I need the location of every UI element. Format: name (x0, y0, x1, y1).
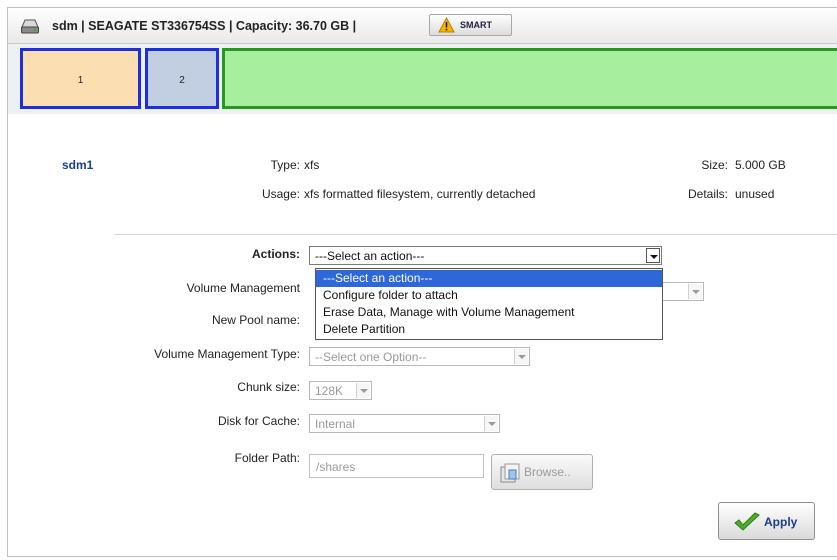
divider (114, 234, 837, 235)
actions-option[interactable]: Erase Data, Manage with Volume Managemen… (316, 304, 662, 321)
folder-path-placeholder: /shares (316, 460, 356, 474)
disk-cache-value: Internal (315, 417, 356, 431)
apply-label: Apply (764, 515, 798, 529)
size-value: 5.000 GB (735, 158, 786, 172)
partition-2-label: 2 (179, 75, 185, 86)
partition-1[interactable]: 1 (20, 48, 141, 109)
chevron-down-icon[interactable] (688, 284, 702, 299)
partition-1-label: 1 (77, 75, 84, 86)
disk-panel: sdm | SEAGATE ST336754SS | Capacity: 36.… (7, 7, 837, 557)
disk-icon (21, 19, 39, 34)
folder-path-label: Folder Path: (234, 451, 300, 465)
chunk-size-label: Chunk size: (237, 380, 300, 394)
partition-2[interactable]: 2 (145, 48, 219, 109)
new-pool-label: New Pool name: (211, 313, 300, 327)
vm-type-select[interactable]: --Select one Option-- (309, 347, 530, 366)
browse-button[interactable]: Browse.. (491, 454, 593, 490)
size-label: Size: (701, 158, 728, 172)
browse-label: Browse.. (524, 465, 571, 479)
free-space[interactable] (222, 48, 837, 109)
disk-cache-label: Disk for Cache: (217, 414, 300, 428)
chunk-size-value: 128K (315, 384, 344, 398)
actions-option[interactable]: Delete Partition (316, 321, 662, 338)
apply-button[interactable]: Apply (718, 502, 815, 540)
actions-option[interactable]: Configure folder to attach (316, 287, 662, 304)
vm-type-label: Volume Management Type: (154, 347, 300, 361)
vm-type-value: --Select one Option-- (315, 350, 427, 364)
checkmark-icon (734, 512, 760, 531)
actions-label: Actions: (252, 247, 300, 261)
actions-select[interactable]: ---Select an action--- (309, 246, 662, 265)
disk-title: sdm | SEAGATE ST336754SS | Capacity: 36.… (52, 19, 357, 33)
volume-management-label: Volume Management (186, 281, 300, 295)
usage-value: xfs formatted filesystem, currently deta… (304, 187, 536, 201)
details-label: Details: (687, 187, 728, 201)
chevron-down-icon[interactable] (514, 349, 528, 364)
actions-select-value: ---Select an action--- (315, 249, 425, 263)
type-value: xfs (304, 158, 320, 172)
details-value: unused (735, 187, 775, 201)
folder-icon (500, 463, 520, 483)
smart-button[interactable]: SMART (429, 14, 512, 36)
smart-label: SMART (460, 20, 492, 30)
partition-bar: 1 2 (8, 44, 837, 114)
warning-icon (438, 17, 455, 33)
chevron-down-icon[interactable] (484, 416, 498, 431)
chunk-size-select[interactable]: 128K (309, 381, 372, 400)
actions-dropdown-list: ---Select an action--- Configure folder … (315, 268, 663, 340)
actions-option[interactable]: ---Select an action--- (316, 270, 662, 287)
disk-cache-select[interactable]: Internal (309, 414, 500, 433)
chevron-down-icon[interactable] (356, 383, 370, 398)
usage-label: Usage: (261, 187, 300, 201)
chevron-down-icon[interactable] (646, 248, 660, 263)
type-label: Type: (270, 158, 300, 172)
folder-path-input[interactable]: /shares (309, 454, 484, 478)
partition-name: sdm1 (62, 158, 94, 172)
disk-header: sdm | SEAGATE ST336754SS | Capacity: 36.… (8, 8, 837, 44)
